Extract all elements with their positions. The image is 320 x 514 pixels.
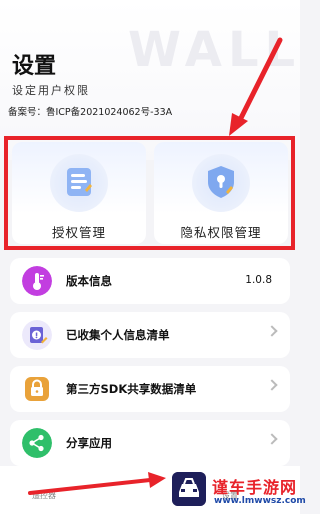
red-arrow-top [235, 37, 283, 127]
red-arrow-top-head [229, 113, 248, 136]
red-arrow-bottom-head [148, 472, 166, 488]
red-arrow-bottom [28, 478, 152, 495]
annotation-arrows [28, 37, 283, 495]
